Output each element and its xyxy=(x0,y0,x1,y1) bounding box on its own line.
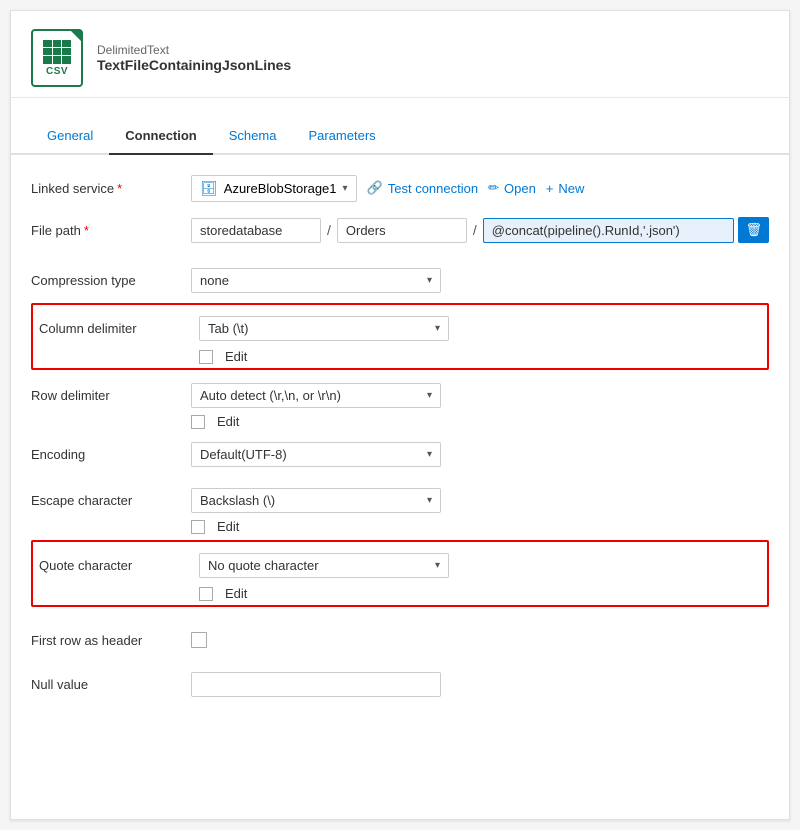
null-value-area xyxy=(191,672,769,697)
linked-service-area: 🗄 AzureBlobStorage1 ▾ 🔗 Test connection … xyxy=(191,175,769,202)
encoding-row: Encoding Default(UTF-8) ▾ xyxy=(31,435,769,473)
compression-type-chevron: ▾ xyxy=(427,275,432,286)
file-path-area: / / 🗑 xyxy=(191,217,769,243)
escape-character-label: Escape character xyxy=(31,493,191,508)
first-row-header-area xyxy=(191,632,769,648)
row-delimiter-row: Row delimiter Auto detect (\r,\n, or \r\… xyxy=(31,376,769,414)
test-connection-link[interactable]: 🔗 Test connection xyxy=(367,180,479,196)
escape-character-group: Escape character Backslash (\) ▾ Edit xyxy=(31,481,769,534)
linked-service-value: AzureBlobStorage1 xyxy=(224,181,337,196)
escape-character-area: Backslash (\) ▾ xyxy=(191,488,769,513)
quote-character-chevron: ▾ xyxy=(435,560,440,571)
compression-type-label: Compression type xyxy=(31,273,191,288)
compression-type-value: none xyxy=(200,273,229,288)
linked-service-row: Linked service * 🗄 AzureBlobStorage1 ▾ 🔗… xyxy=(31,169,769,207)
compression-type-row: Compression type none ▾ xyxy=(31,261,769,299)
escape-character-edit-label: Edit xyxy=(217,519,239,534)
csv-icon: CSV xyxy=(31,29,83,87)
escape-character-row: Escape character Backslash (\) ▾ xyxy=(31,481,769,519)
open-link[interactable]: ✏ Open xyxy=(488,180,536,196)
type-name: DelimitedText xyxy=(97,43,291,57)
file-path-label: File path * xyxy=(31,223,191,238)
column-delimiter-chevron: ▾ xyxy=(435,323,440,334)
row-delimiter-dropdown[interactable]: Auto detect (\r,\n, or \r\n) ▾ xyxy=(191,383,441,408)
tab-connection[interactable]: Connection xyxy=(109,118,213,155)
column-delimiter-value: Tab (\t) xyxy=(208,321,248,336)
file-path-row: File path * / / 🗑 xyxy=(31,211,769,249)
tab-schema[interactable]: Schema xyxy=(213,118,293,155)
header-info: DelimitedText TextFileContainingJsonLine… xyxy=(97,43,291,73)
column-delimiter-group: Column delimiter Tab (\t) ▾ Edit xyxy=(31,303,769,370)
linked-service-label: Linked service * xyxy=(31,181,191,196)
linked-service-chevron: ▾ xyxy=(343,183,348,194)
form-section: Linked service * 🗄 AzureBlobStorage1 ▾ 🔗… xyxy=(11,155,789,721)
encoding-dropdown[interactable]: Default(UTF-8) ▾ xyxy=(191,442,441,467)
quote-character-row: Quote character No quote character ▾ xyxy=(39,546,761,584)
tab-parameters[interactable]: Parameters xyxy=(292,118,391,155)
row-delimiter-group: Row delimiter Auto detect (\r,\n, or \r\… xyxy=(31,376,769,429)
null-value-input[interactable] xyxy=(191,672,441,697)
quote-character-group: Quote character No quote character ▾ Edi… xyxy=(31,540,769,607)
file-path-required: * xyxy=(84,223,89,238)
encoding-area: Default(UTF-8) ▾ xyxy=(191,442,769,467)
file-path-part3[interactable] xyxy=(483,218,735,243)
first-row-header-checkbox[interactable] xyxy=(191,632,207,648)
required-star: * xyxy=(117,181,122,196)
quote-character-label: Quote character xyxy=(39,558,199,573)
file-path-part1[interactable] xyxy=(191,218,321,243)
database-icon: 🗄 xyxy=(200,180,218,197)
dataset-name: TextFileContainingJsonLines xyxy=(97,57,291,73)
null-value-row: Null value xyxy=(31,665,769,703)
new-icon: + xyxy=(546,181,554,196)
escape-character-chevron: ▾ xyxy=(427,495,432,506)
column-delimiter-area: Tab (\t) ▾ xyxy=(199,316,761,341)
row-delimiter-edit-checkbox[interactable] xyxy=(191,415,205,429)
quote-character-value: No quote character xyxy=(208,558,319,573)
quote-character-dropdown[interactable]: No quote character ▾ xyxy=(199,553,449,578)
column-delimiter-label: Column delimiter xyxy=(39,321,199,336)
header-section: CSV DelimitedText TextFileContainingJson… xyxy=(11,11,789,98)
escape-character-dropdown[interactable]: Backslash (\) ▾ xyxy=(191,488,441,513)
row-delimiter-edit-label: Edit xyxy=(217,414,239,429)
row-delimiter-label: Row delimiter xyxy=(31,388,191,403)
file-path-part2[interactable] xyxy=(337,218,467,243)
compression-type-area: none ▾ xyxy=(191,268,769,293)
first-row-header-row: First row as header xyxy=(31,621,769,659)
linked-service-dropdown[interactable]: 🗄 AzureBlobStorage1 ▾ xyxy=(191,175,357,202)
escape-character-edit-checkbox[interactable] xyxy=(191,520,205,534)
row-delimiter-area: Auto detect (\r,\n, or \r\n) ▾ xyxy=(191,383,769,408)
separator-1: / xyxy=(325,222,333,238)
tabs-bar: General Connection Schema Parameters xyxy=(11,118,789,155)
encoding-chevron: ▾ xyxy=(427,449,432,460)
test-connection-icon: 🔗 xyxy=(367,180,383,196)
column-delimiter-edit-checkbox[interactable] xyxy=(199,350,213,364)
encoding-label: Encoding xyxy=(31,447,191,462)
first-row-header-label: First row as header xyxy=(31,633,191,648)
open-icon: ✏ xyxy=(488,180,499,196)
compression-type-dropdown[interactable]: none ▾ xyxy=(191,268,441,293)
main-panel: CSV DelimitedText TextFileContainingJson… xyxy=(10,10,790,820)
column-delimiter-dropdown[interactable]: Tab (\t) ▾ xyxy=(199,316,449,341)
delete-button[interactable]: 🗑 xyxy=(738,217,769,243)
row-delimiter-value: Auto detect (\r,\n, or \r\n) xyxy=(200,388,341,403)
new-link[interactable]: + New xyxy=(546,181,585,196)
quote-character-edit-checkbox[interactable] xyxy=(199,587,213,601)
null-value-label: Null value xyxy=(31,677,191,692)
encoding-value: Default(UTF-8) xyxy=(200,447,287,462)
csv-label: CSV xyxy=(46,66,68,77)
row-delimiter-chevron: ▾ xyxy=(427,390,432,401)
quote-character-edit-label: Edit xyxy=(225,586,247,601)
column-delimiter-row: Column delimiter Tab (\t) ▾ xyxy=(39,309,761,347)
column-delimiter-edit-label: Edit xyxy=(225,349,247,364)
tab-general[interactable]: General xyxy=(31,118,109,155)
quote-character-area: No quote character ▾ xyxy=(199,553,761,578)
separator-2: / xyxy=(471,222,479,238)
escape-character-value: Backslash (\) xyxy=(200,493,275,508)
